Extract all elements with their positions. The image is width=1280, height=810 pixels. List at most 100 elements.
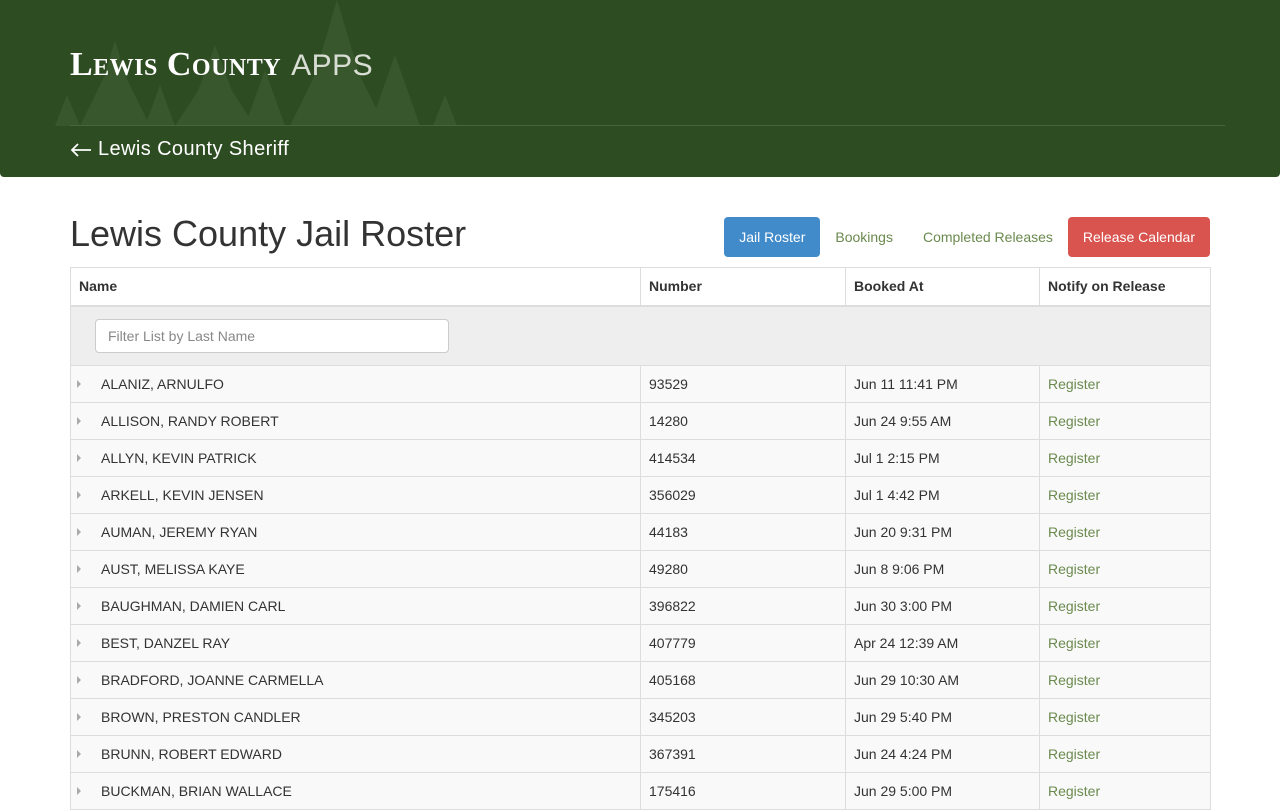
expand-caret-icon[interactable] — [77, 602, 81, 610]
expand-caret-icon[interactable] — [77, 417, 81, 425]
nav-jail-roster[interactable]: Jail Roster — [724, 217, 821, 257]
expand-caret-icon[interactable] — [77, 491, 81, 499]
expand-caret-icon[interactable] — [77, 676, 81, 684]
nav-release-calendar[interactable]: Release Calendar — [1067, 217, 1210, 257]
notify-cell: Register — [1039, 550, 1211, 588]
inmate-name-cell[interactable]: BRADFORD, JOANNE CARMELLA — [70, 661, 641, 699]
nav-bookings[interactable]: Bookings — [820, 217, 908, 257]
booking-number-cell: 93529 — [640, 365, 846, 403]
booked-at-cell: Jun 24 9:55 AM — [845, 402, 1040, 440]
inmate-name: ALANIZ, ARNULFO — [101, 376, 224, 392]
column-header-booked-at: Booked At — [845, 267, 1040, 307]
booked-at-cell: Jun 11 11:41 PM — [845, 365, 1040, 403]
expand-caret-icon[interactable] — [77, 713, 81, 721]
register-link[interactable]: Register — [1048, 450, 1100, 466]
table-row[interactable]: ALLYN, KEVIN PATRICK 414534 Jul 1 2:15 PM R… — [70, 439, 1211, 477]
nav-completed-releases[interactable]: Completed Releases — [908, 217, 1068, 257]
filter-cell — [70, 305, 1211, 366]
inmate-name: BROWN, PRESTON CANDLER — [101, 709, 301, 725]
table-row[interactable]: ALLISON, RANDY ROBERT 14280 Jun 24 9:55 AM… — [70, 402, 1211, 440]
inmate-name-cell[interactable]: BEST, DANZEL RAY — [70, 624, 641, 662]
filter-row — [70, 305, 1211, 366]
booked-at-cell: Jun 24 4:24 PM — [845, 735, 1040, 773]
inmate-name: BRUNN, ROBERT EDWARD — [101, 746, 282, 762]
expand-caret-icon[interactable] — [77, 528, 81, 536]
expand-caret-icon[interactable] — [77, 565, 81, 573]
inmate-name-cell[interactable]: ALANIZ, ARNULFO — [70, 365, 641, 403]
expand-caret-icon[interactable] — [77, 380, 81, 388]
inmate-name-cell[interactable]: BRUNN, ROBERT EDWARD — [70, 735, 641, 773]
table-row[interactable]: ARKELL, KEVIN JENSEN 356029 Jul 1 4:42 PM R… — [70, 476, 1211, 514]
site-header: Lewis County APPS Lewis County Sheriff — [0, 0, 1280, 177]
notify-cell: Register — [1039, 587, 1211, 625]
register-link[interactable]: Register — [1048, 746, 1100, 762]
booked-at-cell: Jun 29 5:40 PM — [845, 698, 1040, 736]
inmate-name-cell[interactable]: BUCKMAN, BRIAN WALLACE — [70, 772, 641, 810]
inmate-name: BUCKMAN, BRIAN WALLACE — [101, 783, 292, 799]
inmate-name: ARKELL, KEVIN JENSEN — [101, 487, 264, 503]
table-row[interactable]: BRUNN, ROBERT EDWARD 367391 Jun 24 4:24 PM… — [70, 735, 1211, 773]
brand-logo[interactable]: Lewis County APPS — [70, 46, 373, 86]
inmate-name-cell[interactable]: AUMAN, JEREMY RYAN — [70, 513, 641, 551]
table-row[interactable]: BUCKMAN, BRIAN WALLACE 175416 Jun 29 5:00 … — [70, 772, 1211, 810]
roster-nav: Jail Roster Bookings Completed Releases … — [724, 217, 1210, 257]
notify-cell: Register — [1039, 698, 1211, 736]
table-row[interactable]: AUMAN, JEREMY RYAN 44183 Jun 20 9:31 PM Reg… — [70, 513, 1211, 551]
booking-number-cell: 49280 — [640, 550, 846, 588]
notify-cell: Register — [1039, 476, 1211, 514]
inmate-name: BEST, DANZEL RAY — [101, 635, 231, 651]
header-divider — [70, 125, 1225, 126]
register-link[interactable]: Register — [1048, 709, 1100, 725]
jail-roster-table: Name Number Booked At Notify on Release … — [70, 267, 1211, 810]
booking-number-cell: 414534 — [640, 439, 846, 477]
booked-at-cell: Apr 24 12:39 AM — [845, 624, 1040, 662]
inmate-name: AUST, MELISSA KAYE — [101, 561, 245, 577]
inmate-name-cell[interactable]: ARKELL, KEVIN JENSEN — [70, 476, 641, 514]
inmate-name-cell[interactable]: AUST, MELISSA KAYE — [70, 550, 641, 588]
register-link[interactable]: Register — [1048, 672, 1100, 688]
inmate-name-cell[interactable]: ALLISON, RANDY ROBERT — [70, 402, 641, 440]
register-link[interactable]: Register — [1048, 783, 1100, 799]
brand-name: Lewis County — [70, 46, 282, 83]
notify-cell: Register — [1039, 402, 1211, 440]
booked-at-cell: Jun 29 10:30 AM — [845, 661, 1040, 699]
last-name-filter-input[interactable] — [95, 318, 449, 353]
register-link[interactable]: Register — [1048, 635, 1100, 651]
column-header-notify: Notify on Release — [1039, 267, 1211, 307]
inmate-name: BRADFORD, JOANNE CARMELLA — [101, 672, 324, 688]
table-row[interactable]: ALANIZ, ARNULFO 93529 Jun 11 11:41 PM Regis… — [70, 365, 1211, 403]
table-row[interactable]: BAUGHMAN, DAMIEN CARL 396822 Jun 30 3:00 P… — [70, 587, 1211, 625]
register-link[interactable]: Register — [1048, 376, 1100, 392]
column-header-name: Name — [70, 267, 641, 307]
booked-at-cell: Jul 1 2:15 PM — [845, 439, 1040, 477]
back-link-label: Lewis County Sheriff — [98, 138, 290, 160]
register-link[interactable]: Register — [1048, 487, 1100, 503]
notify-cell: Register — [1039, 735, 1211, 773]
register-link[interactable]: Register — [1048, 524, 1100, 540]
table-row[interactable]: BROWN, PRESTON CANDLER 345203 Jun 29 5:40 … — [70, 698, 1211, 736]
expand-caret-icon[interactable] — [77, 454, 81, 462]
expand-caret-icon[interactable] — [77, 787, 81, 795]
inmate-name: ALLYN, KEVIN PATRICK — [101, 450, 257, 466]
inmate-name-cell[interactable]: BROWN, PRESTON CANDLER — [70, 698, 641, 736]
register-link[interactable]: Register — [1048, 598, 1100, 614]
booking-number-cell: 396822 — [640, 587, 846, 625]
booking-number-cell: 356029 — [640, 476, 846, 514]
notify-cell: Register — [1039, 513, 1211, 551]
register-link[interactable]: Register — [1048, 413, 1100, 429]
column-header-number: Number — [640, 267, 846, 307]
notify-cell: Register — [1039, 365, 1211, 403]
expand-caret-icon[interactable] — [77, 639, 81, 647]
inmate-name-cell[interactable]: ALLYN, KEVIN PATRICK — [70, 439, 641, 477]
table-row[interactable]: BRADFORD, JOANNE CARMELLA 405168 Jun 29 10… — [70, 661, 1211, 699]
table-row[interactable]: AUST, MELISSA KAYE 49280 Jun 8 9:06 PM Regi… — [70, 550, 1211, 588]
register-link[interactable]: Register — [1048, 561, 1100, 577]
expand-caret-icon[interactable] — [77, 750, 81, 758]
inmate-name-cell[interactable]: BAUGHMAN, DAMIEN CARL — [70, 587, 641, 625]
booking-number-cell: 405168 — [640, 661, 846, 699]
booked-at-cell: Jun 8 9:06 PM — [845, 550, 1040, 588]
back-to-sheriff-link[interactable]: Lewis County Sheriff — [70, 138, 289, 161]
booked-at-cell: Jun 29 5:00 PM — [845, 772, 1040, 810]
table-row[interactable]: BEST, DANZEL RAY 407779 Apr 24 12:39 AM Reg… — [70, 624, 1211, 662]
notify-cell: Register — [1039, 661, 1211, 699]
